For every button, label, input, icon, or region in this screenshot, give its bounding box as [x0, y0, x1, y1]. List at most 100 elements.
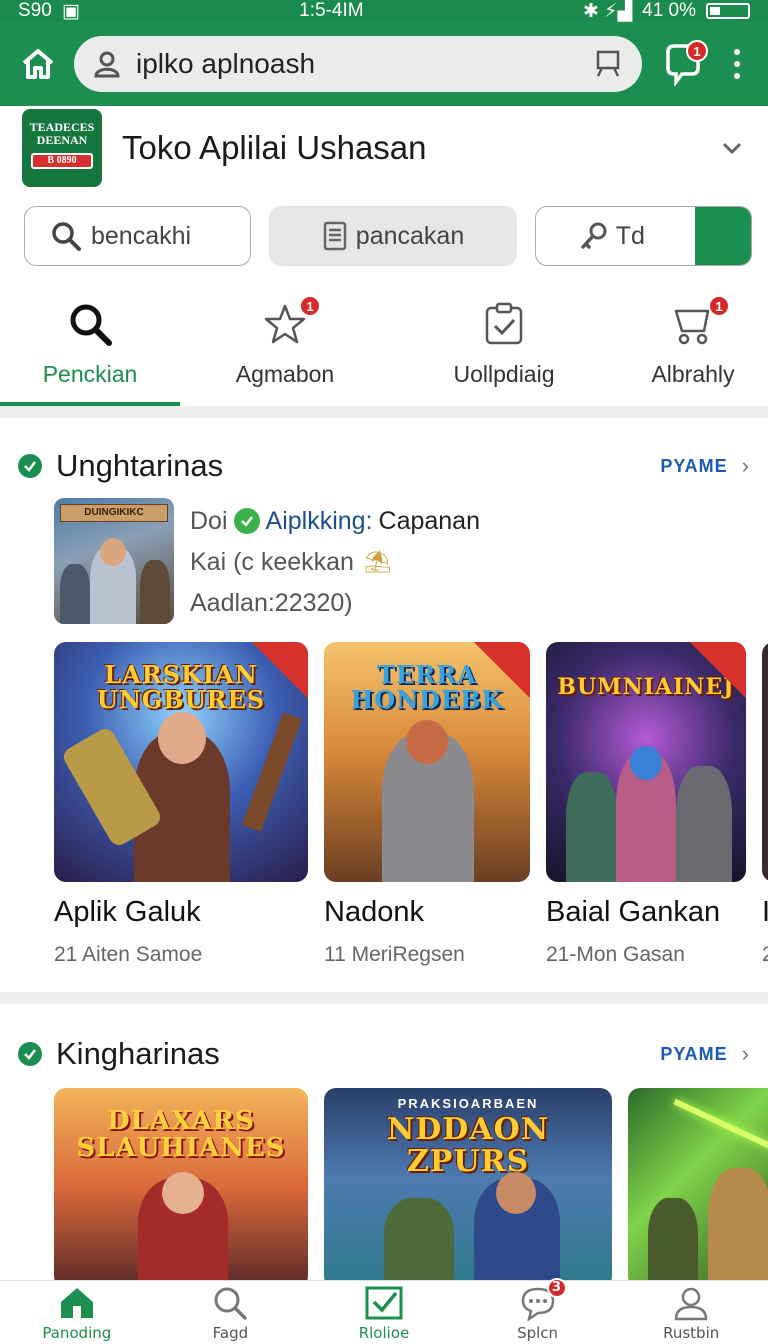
chevron-down-icon[interactable] [718, 134, 746, 162]
app-title: Toko Aplilai Ushasan [122, 129, 427, 166]
nav-badge: 3 [546, 1277, 567, 1298]
app-logo: TEADECES DEENAN B 0890 [22, 109, 102, 187]
tab-label: Agmabon [235, 361, 335, 387]
app-card-artwork[interactable]: PRAKSIOARBAEN NDDAON ZPURS [324, 1088, 612, 1284]
corner-ribbon [252, 642, 308, 698]
nav-panoding[interactable]: Panoding [0, 1281, 154, 1344]
notifications-button[interactable]: 1 [656, 38, 708, 90]
battery-icon [706, 3, 750, 19]
home-button[interactable] [16, 42, 60, 86]
app-card[interactable] [628, 1088, 768, 1284]
tab-label: Uollpdiaig [453, 361, 555, 387]
nav-label: Rustbin [663, 1323, 720, 1342]
status-bar: S90 ▣ 1:5-4IM ✱ ⚡▟ 41 0% [0, 0, 768, 22]
battery-percent: 41 0% [642, 0, 696, 21]
app-card-row: DLAXARS SLAUHIANES PRAKSIOARBAEN NDDAON … [54, 1088, 768, 1284]
key-button-accent[interactable] [694, 207, 751, 265]
section-header: Unghtarinas PYAME › [18, 446, 750, 486]
clipboard-check-icon [485, 302, 523, 345]
see-more-link[interactable]: PYAME › [660, 1041, 750, 1067]
search-icon [70, 304, 112, 346]
featured-app[interactable]: DUINGIKIKC Doi Aiplkking: Capanan Kai (c… [54, 498, 748, 626]
nav-rustbin[interactable]: Rustbin [614, 1281, 768, 1344]
app-card-subtitle: 2 [762, 943, 768, 966]
chevron-right-icon: › [741, 453, 750, 478]
tab-agmabon[interactable]: 1 Agmabon [180, 282, 390, 406]
artwork-title: DLAXARS SLAUHIANES [76, 1106, 286, 1164]
app-card[interactable]: PRAKSIOARBAEN NDDAON ZPURS [324, 1088, 612, 1284]
app-card-artwork[interactable] [762, 642, 768, 882]
app-card-artwork[interactable] [628, 1088, 768, 1284]
app-card[interactable]: BUMNIAINEJ Baial Gankan 21-Mon Gasan [546, 642, 746, 967]
status-time: 1:5-4IM [299, 0, 364, 21]
active-tab-indicator [0, 402, 180, 406]
site-info-icon[interactable] [92, 49, 122, 79]
character-head [406, 720, 448, 764]
bookmark-icon[interactable] [592, 48, 624, 80]
signal-icon: ✱ ⚡▟ [582, 0, 633, 22]
tab-label: Penckian [42, 361, 138, 387]
app-card-name[interactable]: I [762, 896, 768, 929]
app-card-row: LARSKIAN UNGBURES Aplik Galuk 21 Aiten S… [54, 642, 768, 967]
app-card-name[interactable]: Nadonk [324, 896, 530, 929]
nav-label: Fagd [212, 1323, 249, 1342]
app-header: TEADECES DEENAN B 0890 Toko Aplilai Usha… [0, 106, 768, 190]
tab-uollpdiaig[interactable]: Uollpdiaig [390, 282, 618, 406]
app-card-artwork[interactable]: TERRA HONDEBK [324, 642, 530, 882]
section-kingharinas: Kingharinas PYAME › DLAXARS SLAUHIANES P… [0, 1004, 768, 1284]
tab-penckian[interactable]: Penckian [0, 282, 180, 406]
see-more-link[interactable]: PYAME › [660, 453, 750, 479]
section-header: Kingharinas PYAME › [18, 1034, 750, 1074]
app-card-artwork[interactable]: DLAXARS SLAUHIANES [54, 1088, 308, 1284]
nav-splcn[interactable]: 3 Splcn [461, 1277, 615, 1344]
character-figure [648, 1198, 698, 1284]
address-bar[interactable]: iplko aplnoash [74, 36, 642, 92]
nav-label: Panoding [42, 1323, 112, 1342]
app-card[interactable]: TERRA HONDEBK Nadonk 11 MeriRegsen [324, 642, 530, 967]
character-figure [140, 560, 170, 624]
check-circle-icon [18, 454, 42, 478]
app-card-artwork[interactable]: BUMNIAINEJ [546, 642, 746, 882]
key-button-label: Td [615, 221, 645, 250]
app-card[interactable]: I 2 [762, 642, 768, 967]
document-button[interactable]: pancakan [269, 206, 517, 266]
thumbnail-title: DUINGIKIKC [60, 504, 168, 522]
featured-developer: Capanan [378, 506, 480, 535]
character-head [158, 712, 206, 764]
kebab-dot [734, 61, 740, 67]
app-card-name[interactable]: Baial Gankan [546, 896, 746, 929]
app-card-subtitle: 11 MeriRegsen [324, 943, 465, 966]
guitar-shape [242, 712, 302, 832]
character-figure [676, 766, 732, 882]
see-more-label: PYAME [660, 455, 728, 476]
kebab-dot [734, 49, 740, 55]
app-card[interactable]: LARSKIAN UNGBURES Aplik Galuk 21 Aiten S… [54, 642, 308, 967]
app-card-name[interactable]: Aplik Galuk [54, 896, 308, 929]
featured-brand: Aiplkking: [265, 506, 373, 535]
corner-ribbon [474, 642, 530, 698]
search-button[interactable]: bencakhi [24, 206, 252, 266]
logo-line2: DEENAN [36, 133, 88, 148]
nav-rlolioe[interactable]: Rlolioe [307, 1281, 461, 1344]
key-button[interactable]: Td [534, 206, 752, 266]
featured-prefix: Doi [190, 506, 228, 535]
featured-thumbnail[interactable]: DUINGIKIKC [54, 498, 174, 624]
tab-bar: Penckian 1 Agmabon Uollpdiaig 1 Albrahly [0, 282, 768, 406]
app-card[interactable]: DLAXARS SLAUHIANES [54, 1088, 308, 1284]
tab-albrahly[interactable]: 1 Albrahly [618, 282, 768, 406]
tab-badge: 1 [708, 295, 730, 317]
app-card-subtitle: 21 Aiten Samoe [54, 943, 203, 966]
nav-fagd[interactable]: Fagd [154, 1281, 308, 1344]
tab-badge: 1 [299, 295, 321, 317]
notification-badge: 1 [686, 40, 708, 62]
home-icon [60, 1287, 93, 1318]
featured-meta: Aadlan:22320) [190, 588, 353, 617]
action-row: bencakhi pancakan Td [0, 190, 768, 282]
app-card-artwork[interactable]: LARSKIAN UNGBURES [54, 642, 308, 882]
kebab-dot [734, 73, 740, 79]
home-icon [22, 49, 54, 79]
character-head [162, 1172, 204, 1214]
more-options-button[interactable] [722, 38, 752, 90]
bottom-navigation: Panoding Fagd Rlolioe 3 Splcn Rustbin [0, 1277, 768, 1344]
url-text[interactable]: iplko aplnoash [136, 48, 578, 80]
